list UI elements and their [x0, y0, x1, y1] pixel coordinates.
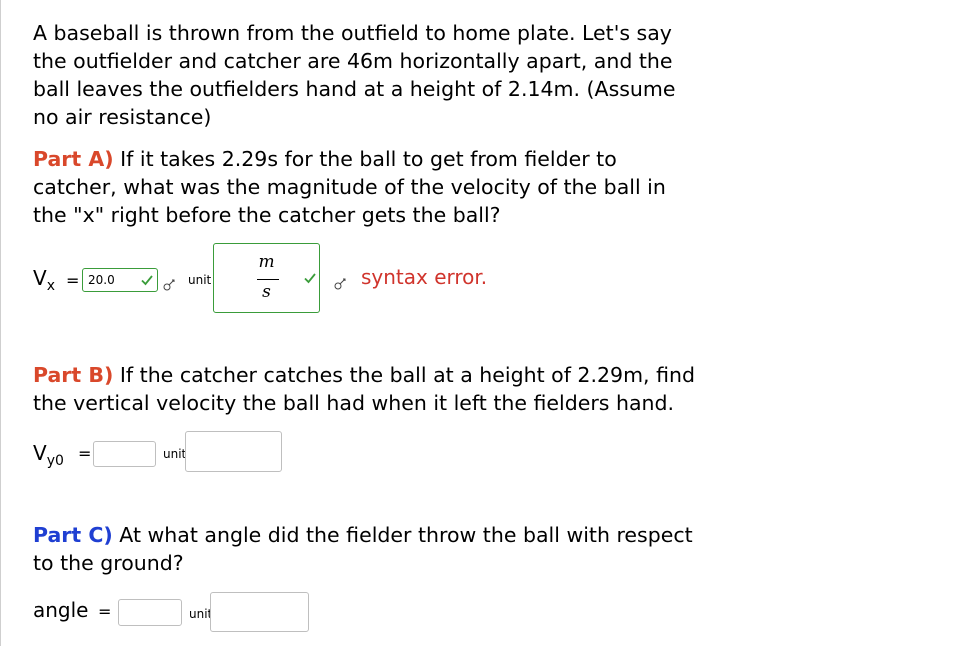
equals-sign: =	[78, 444, 92, 463]
var-main: V	[33, 266, 47, 290]
part-c-label: Part C)	[33, 523, 113, 547]
var-sub: y0	[46, 453, 64, 469]
question-line: At what angle did the fielder throw the …	[112, 523, 693, 547]
var-main: V	[33, 441, 47, 465]
question-line: If it takes 2.29s for the ball to get fr…	[113, 147, 617, 171]
left-border	[0, 0, 1, 646]
vy0-variable: Vy0	[33, 441, 64, 469]
part-c-question: Part C) At what angle did the fielder th…	[33, 521, 693, 577]
fraction-bar	[257, 279, 279, 280]
intro-line: ball leaves the outfielders hand at a he…	[33, 77, 676, 101]
vx-variable: Vx	[33, 266, 55, 294]
eraser-icon[interactable]	[334, 275, 348, 290]
question-line: the vertical velocity the ball had when …	[33, 391, 675, 415]
unit-denominator: s	[262, 282, 271, 302]
unit-numerator: m	[258, 252, 275, 272]
check-icon	[304, 272, 316, 284]
intro-line: A baseball is thrown from the outfield t…	[33, 21, 672, 45]
intro-line: no air resistance)	[33, 105, 212, 129]
part-a-label: Part A)	[33, 147, 114, 171]
vx-value: 20.0	[88, 273, 115, 287]
syntax-error-message: syntax error.	[361, 265, 488, 289]
angle-variable: angle	[33, 598, 89, 622]
question-line: to the ground?	[33, 551, 184, 575]
unit-label: unit	[163, 447, 187, 461]
part-b-question: Part B) If the catcher catches the ball …	[33, 361, 695, 417]
equals-sign: =	[98, 602, 112, 621]
part-a-question: Part A) If it takes 2.29s for the ball t…	[33, 145, 666, 229]
intro-line: the outfielder and catcher are 46m horiz…	[33, 49, 673, 73]
question-line: If the catcher catches the ball at a hei…	[113, 363, 695, 387]
unit-label: unit	[188, 273, 212, 287]
vy0-value-input[interactable]	[93, 441, 156, 467]
check-icon	[141, 274, 153, 286]
question-line: catcher, what was the magnitude of the v…	[33, 175, 666, 199]
angle-unit-input[interactable]	[210, 592, 309, 632]
vy0-unit-input[interactable]	[185, 431, 282, 472]
var-sub: x	[46, 278, 55, 294]
equals-sign: =	[66, 271, 80, 290]
angle-value-input[interactable]	[118, 599, 182, 626]
part-b-label: Part B)	[33, 363, 114, 387]
eraser-icon[interactable]	[163, 276, 177, 291]
problem-intro: A baseball is thrown from the outfield t…	[33, 19, 676, 131]
question-line: the "x" right before the catcher gets th…	[33, 203, 501, 227]
unit-label: unit	[189, 607, 213, 621]
